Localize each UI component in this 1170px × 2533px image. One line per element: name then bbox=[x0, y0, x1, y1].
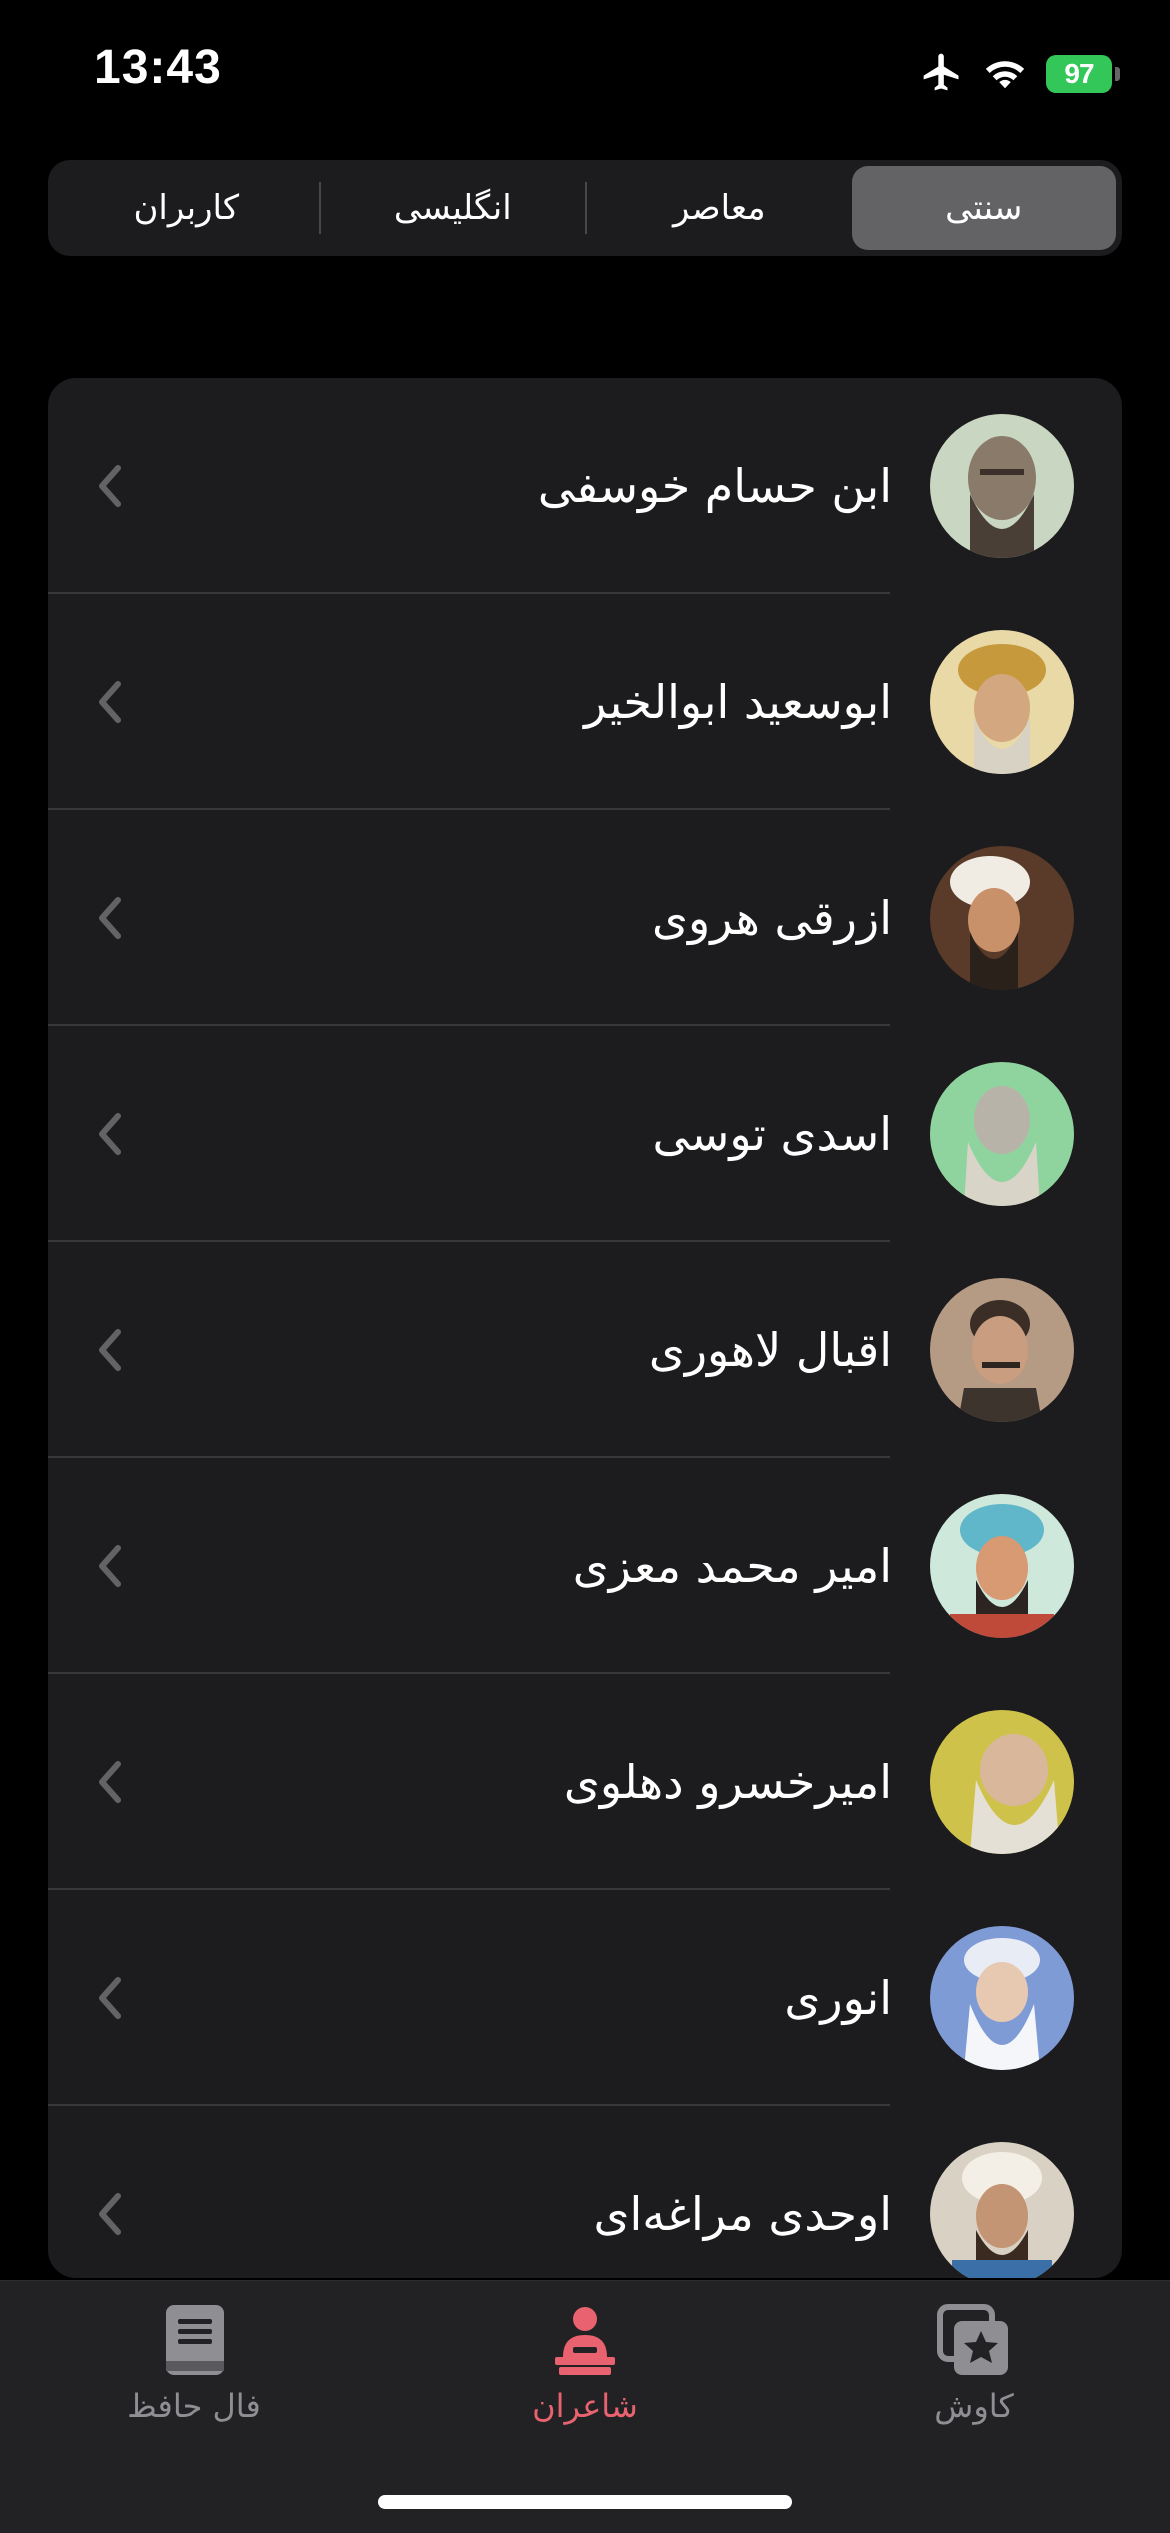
battery-cap bbox=[1115, 67, 1120, 81]
poet-name: امیرخسرو دهلوی bbox=[563, 1755, 892, 1809]
poet-avatar bbox=[930, 1278, 1074, 1422]
poet-avatar bbox=[930, 1062, 1074, 1206]
chevron-left-icon bbox=[99, 681, 121, 723]
poet-row[interactable]: اسدی توسی bbox=[48, 1026, 1122, 1242]
chevron-left-icon bbox=[99, 1113, 121, 1155]
airplane-mode-icon bbox=[920, 50, 964, 98]
poet-row[interactable]: امیر محمد معزی bbox=[48, 1458, 1122, 1674]
status-time: 13:43 bbox=[94, 41, 222, 94]
segment-users[interactable]: کاربران bbox=[54, 166, 319, 250]
poet-row[interactable]: امیرخسرو دهلوی bbox=[48, 1674, 1122, 1890]
status-icons: 97 bbox=[920, 50, 1120, 98]
poet-row[interactable]: اوحدی مراغه‌ای bbox=[48, 2106, 1122, 2278]
segment-english[interactable]: انگلیسی bbox=[321, 166, 586, 250]
book-icon bbox=[166, 2305, 224, 2375]
segment-contemporary[interactable]: معاصر bbox=[587, 166, 852, 250]
poet-name: اسدی توسی bbox=[652, 1107, 892, 1161]
poet-row[interactable]: انوری bbox=[48, 1890, 1122, 2106]
poet-avatar bbox=[930, 630, 1074, 774]
poet-avatar bbox=[930, 1926, 1074, 2070]
tab-label: کاوش bbox=[934, 2387, 1014, 2425]
poet-row[interactable]: ابوسعید ابوالخیر bbox=[48, 594, 1122, 810]
poet-avatar bbox=[930, 1494, 1074, 1638]
poet-name: امیر محمد معزی bbox=[572, 1539, 892, 1593]
poet-category-segmented-control: سنتی معاصر انگلیسی کاربران bbox=[48, 160, 1122, 256]
chevron-left-icon bbox=[99, 1761, 121, 1803]
poet-name: اقبال لاهوری bbox=[648, 1323, 892, 1377]
segment-traditional[interactable]: سنتی bbox=[851, 166, 1116, 250]
poet-avatar bbox=[930, 1710, 1074, 1854]
star-stack-icon bbox=[937, 2304, 1008, 2375]
poet-avatar bbox=[930, 846, 1074, 990]
battery-icon: 97 bbox=[1046, 55, 1120, 93]
poet-name: ازرقی هروی bbox=[651, 891, 892, 945]
poet-row[interactable]: اقبال لاهوری bbox=[48, 1242, 1122, 1458]
poet-name: اوحدی مراغه‌ای bbox=[593, 2187, 892, 2241]
wifi-icon bbox=[982, 52, 1028, 96]
tab-label: شاعران bbox=[532, 2387, 638, 2425]
poet-name: انوری bbox=[784, 1971, 892, 2025]
poet-list: ابن حسام خوسفی ابوسعید ابوالخیر ازرقی هر… bbox=[48, 378, 1122, 2278]
chevron-left-icon bbox=[99, 465, 121, 507]
poet-avatar bbox=[930, 414, 1074, 558]
poet-row[interactable]: ازرقی هروی bbox=[48, 810, 1122, 1026]
chevron-left-icon bbox=[99, 1329, 121, 1371]
chevron-left-icon bbox=[99, 897, 121, 939]
chevron-left-icon bbox=[99, 1545, 121, 1587]
battery-level: 97 bbox=[1046, 55, 1112, 93]
poet-avatar bbox=[930, 2142, 1074, 2278]
poet-row[interactable]: ابن حسام خوسفی bbox=[48, 378, 1122, 594]
tab-bar: کاوش شاعران فال حافظ bbox=[0, 2280, 1170, 2533]
tab-explore[interactable]: کاوش bbox=[824, 2301, 1124, 2425]
tab-label: فال حافظ bbox=[127, 2387, 261, 2425]
home-indicator[interactable] bbox=[378, 2495, 792, 2509]
chevron-left-icon bbox=[99, 2193, 121, 2235]
tab-poets[interactable]: شاعران bbox=[435, 2301, 735, 2425]
chevron-left-icon bbox=[99, 1977, 121, 2019]
poet-name: ابوسعید ابوالخیر bbox=[584, 675, 892, 729]
tab-hafez-fortune[interactable]: فال حافظ bbox=[44, 2301, 344, 2425]
poet-name: ابن حسام خوسفی bbox=[537, 459, 892, 513]
status-bar: 13:43 97 bbox=[0, 0, 1170, 150]
poet-icon bbox=[555, 2307, 615, 2375]
